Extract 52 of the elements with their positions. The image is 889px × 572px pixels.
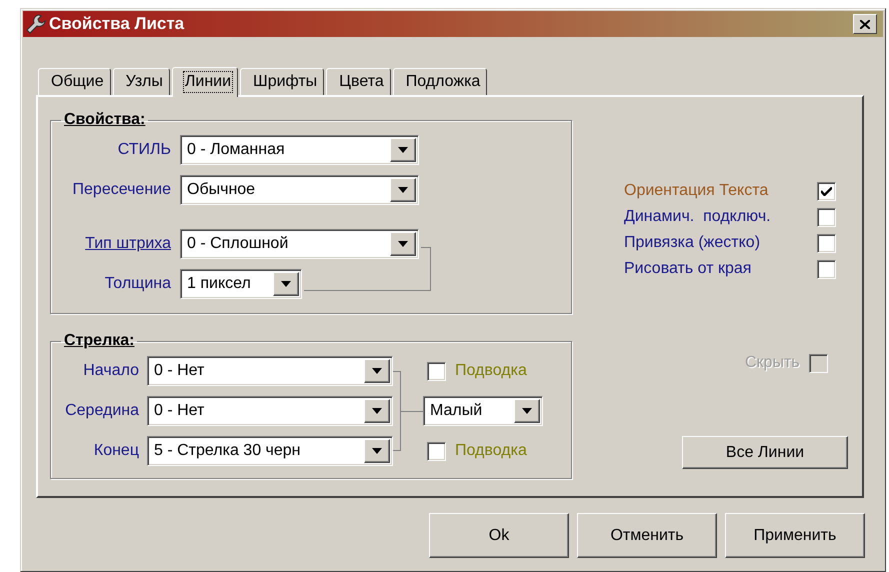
field-label: Начало bbox=[82, 362, 140, 380]
checkmark-icon bbox=[821, 186, 832, 196]
group-title: Свойства: bbox=[63, 111, 146, 129]
caret-icon bbox=[398, 147, 408, 153]
dropdown[interactable]: 1 пиксел bbox=[180, 269, 302, 299]
tab[interactable]: Общие bbox=[38, 68, 111, 95]
checkbox[interactable] bbox=[817, 208, 836, 226]
dropdown[interactable]: 0 - Нет bbox=[147, 356, 393, 386]
field-label: СТИЛЬ bbox=[116, 141, 171, 159]
dropdown[interactable]: 0 - Сплошной bbox=[180, 229, 419, 259]
checkbox[interactable] bbox=[427, 442, 446, 460]
push-button[interactable]: Отменить bbox=[577, 513, 717, 558]
checkbox[interactable] bbox=[817, 234, 836, 252]
caret-icon bbox=[372, 368, 382, 374]
checkbox[interactable] bbox=[817, 182, 836, 200]
field-label: Толщина bbox=[104, 275, 171, 293]
field-label: Конец bbox=[92, 442, 140, 460]
checkbox-label: Подводка bbox=[455, 441, 527, 461]
dropdown[interactable]: 0 - Нет bbox=[147, 396, 393, 426]
close-icon bbox=[860, 20, 870, 28]
checkbox[interactable] bbox=[427, 362, 446, 380]
field-label: Пересечение bbox=[72, 181, 171, 199]
close-button[interactable] bbox=[853, 14, 877, 34]
caret-icon bbox=[522, 408, 532, 414]
group-title: Стрелка: bbox=[63, 332, 136, 350]
dropdown[interactable]: 5 - Стрелка 30 черн bbox=[147, 436, 393, 466]
tab[interactable]: Подложка bbox=[392, 68, 488, 95]
push-button[interactable]: Все Линии bbox=[682, 436, 848, 469]
tab[interactable]: Линии bbox=[172, 67, 238, 97]
checkbox-label: Подводка bbox=[455, 361, 527, 381]
caret-icon bbox=[398, 241, 408, 247]
field-label: Середина bbox=[64, 402, 140, 420]
checkbox-label: Привязка (жестко) bbox=[624, 233, 760, 253]
checkbox-label: Рисовать от края bbox=[624, 259, 752, 279]
dropdown[interactable]: Малый bbox=[423, 396, 543, 426]
tab[interactable]: Узлы bbox=[112, 68, 170, 95]
tab[interactable]: Цвета bbox=[326, 68, 391, 95]
checkbox[interactable] bbox=[817, 260, 836, 278]
window-title: Свойства Листа bbox=[49, 14, 186, 34]
dropdown[interactable]: 0 - Ломанная bbox=[180, 135, 419, 165]
push-button[interactable]: Ok bbox=[429, 513, 569, 558]
caret-icon bbox=[398, 187, 408, 193]
link[interactable]: Тип штриха bbox=[51, 235, 171, 253]
caret-icon bbox=[281, 281, 291, 287]
wrench-icon bbox=[26, 14, 46, 34]
push-button[interactable]: Применить bbox=[725, 513, 865, 558]
caret-icon bbox=[372, 408, 382, 414]
checkbox-label: Динамич. подключ. bbox=[624, 207, 771, 227]
tab[interactable]: Шрифты bbox=[240, 68, 324, 95]
checkbox-label: Ориентация Текста bbox=[624, 181, 768, 201]
dropdown[interactable]: Обычное bbox=[180, 175, 419, 205]
caret-icon bbox=[372, 448, 382, 454]
